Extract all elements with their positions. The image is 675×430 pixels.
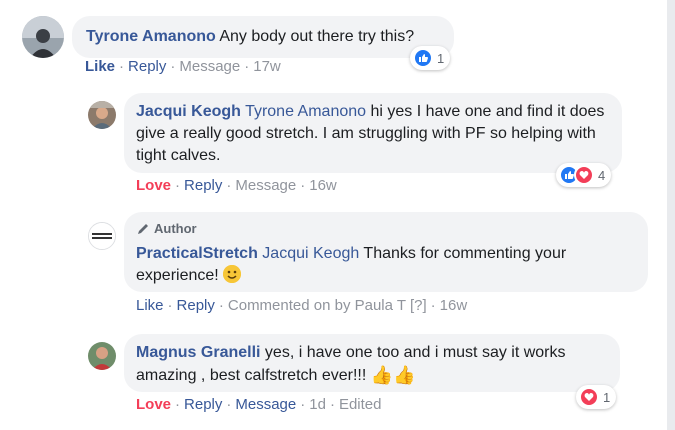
comment-author[interactable]: Jacqui Keogh [136, 103, 241, 120]
avatar-magnus[interactable] [88, 342, 116, 370]
comment-actions: Like · Reply · Message · 17w [85, 58, 281, 75]
author-badge-label: Author [154, 221, 197, 236]
commented-by-text[interactable]: Commented on by Paula T [228, 297, 406, 314]
love-button[interactable]: Love [136, 177, 171, 194]
comment-author[interactable]: Tyrone Amanono [86, 28, 216, 45]
comment-author[interactable]: Magnus Granelli [136, 344, 260, 361]
page-edge [667, 0, 675, 430]
timestamp[interactable]: 16w [440, 297, 468, 314]
avatar-tyrone[interactable] [22, 16, 64, 58]
avatar-practicalstretch[interactable] [88, 222, 116, 250]
love-icon [579, 387, 599, 407]
comment-actions: Like · Reply · Commented on by Paula T [?] · 1… [136, 297, 468, 314]
author-badge: Author [136, 218, 636, 240]
reply-button[interactable]: Reply [184, 396, 222, 413]
reaction-count: 1 [603, 389, 611, 405]
message-button[interactable]: Message [179, 58, 240, 75]
timestamp[interactable]: 16w [309, 177, 337, 194]
comment-thread: Tyrone Amanono Any body out there try th… [0, 0, 675, 430]
mention-link[interactable]: Jacqui Keogh [262, 245, 359, 262]
thumbs-up-emoji: 👍 [393, 365, 416, 385]
comment-text: Any body out there try this? [219, 28, 415, 45]
like-button[interactable]: Like [85, 58, 115, 75]
thumbs-up-emoji: 👍 [370, 365, 394, 385]
love-button[interactable]: Love [136, 396, 171, 413]
like-icon [413, 48, 433, 68]
mention-link[interactable]: Tyrone Amanono [245, 103, 366, 120]
message-button[interactable]: Message [235, 177, 296, 194]
help-link[interactable]: [?] [410, 297, 427, 314]
avatar-jacqui[interactable] [88, 101, 116, 129]
comment-bubble: Tyrone Amanono Any body out there try th… [72, 16, 454, 58]
timestamp[interactable]: 1d [309, 396, 326, 413]
reply-button[interactable]: Reply [184, 177, 222, 194]
reaction-summary[interactable]: 1 [576, 385, 617, 409]
reaction-summary[interactable]: 4 [556, 163, 612, 187]
like-button[interactable]: Like [136, 297, 164, 314]
reply-button[interactable]: Reply [128, 58, 166, 75]
comment-bubble: Author PracticalStretch Jacqui Keogh Tha… [124, 212, 648, 292]
smile-emoji [223, 265, 242, 283]
pencil-icon [138, 224, 148, 234]
comment-author[interactable]: PracticalStretch [136, 245, 258, 262]
reply-button[interactable]: Reply [177, 297, 215, 314]
reaction-count: 1 [437, 50, 445, 66]
love-icon [574, 165, 594, 185]
reaction-summary[interactable]: 1 [410, 46, 451, 70]
comment-actions: Love · Reply · Message · 16w [136, 177, 337, 194]
comment-bubble: Jacqui Keogh Tyrone Amanono hi yes I hav… [124, 93, 622, 173]
edited-label[interactable]: Edited [339, 396, 382, 413]
comment-actions: Love · Reply · Message · 1d · Edited [136, 396, 382, 413]
timestamp[interactable]: 17w [253, 58, 281, 75]
comment-bubble: Magnus Granelli yes, i have one too and … [124, 334, 620, 392]
message-button[interactable]: Message [235, 396, 296, 413]
reaction-count: 4 [598, 167, 606, 183]
